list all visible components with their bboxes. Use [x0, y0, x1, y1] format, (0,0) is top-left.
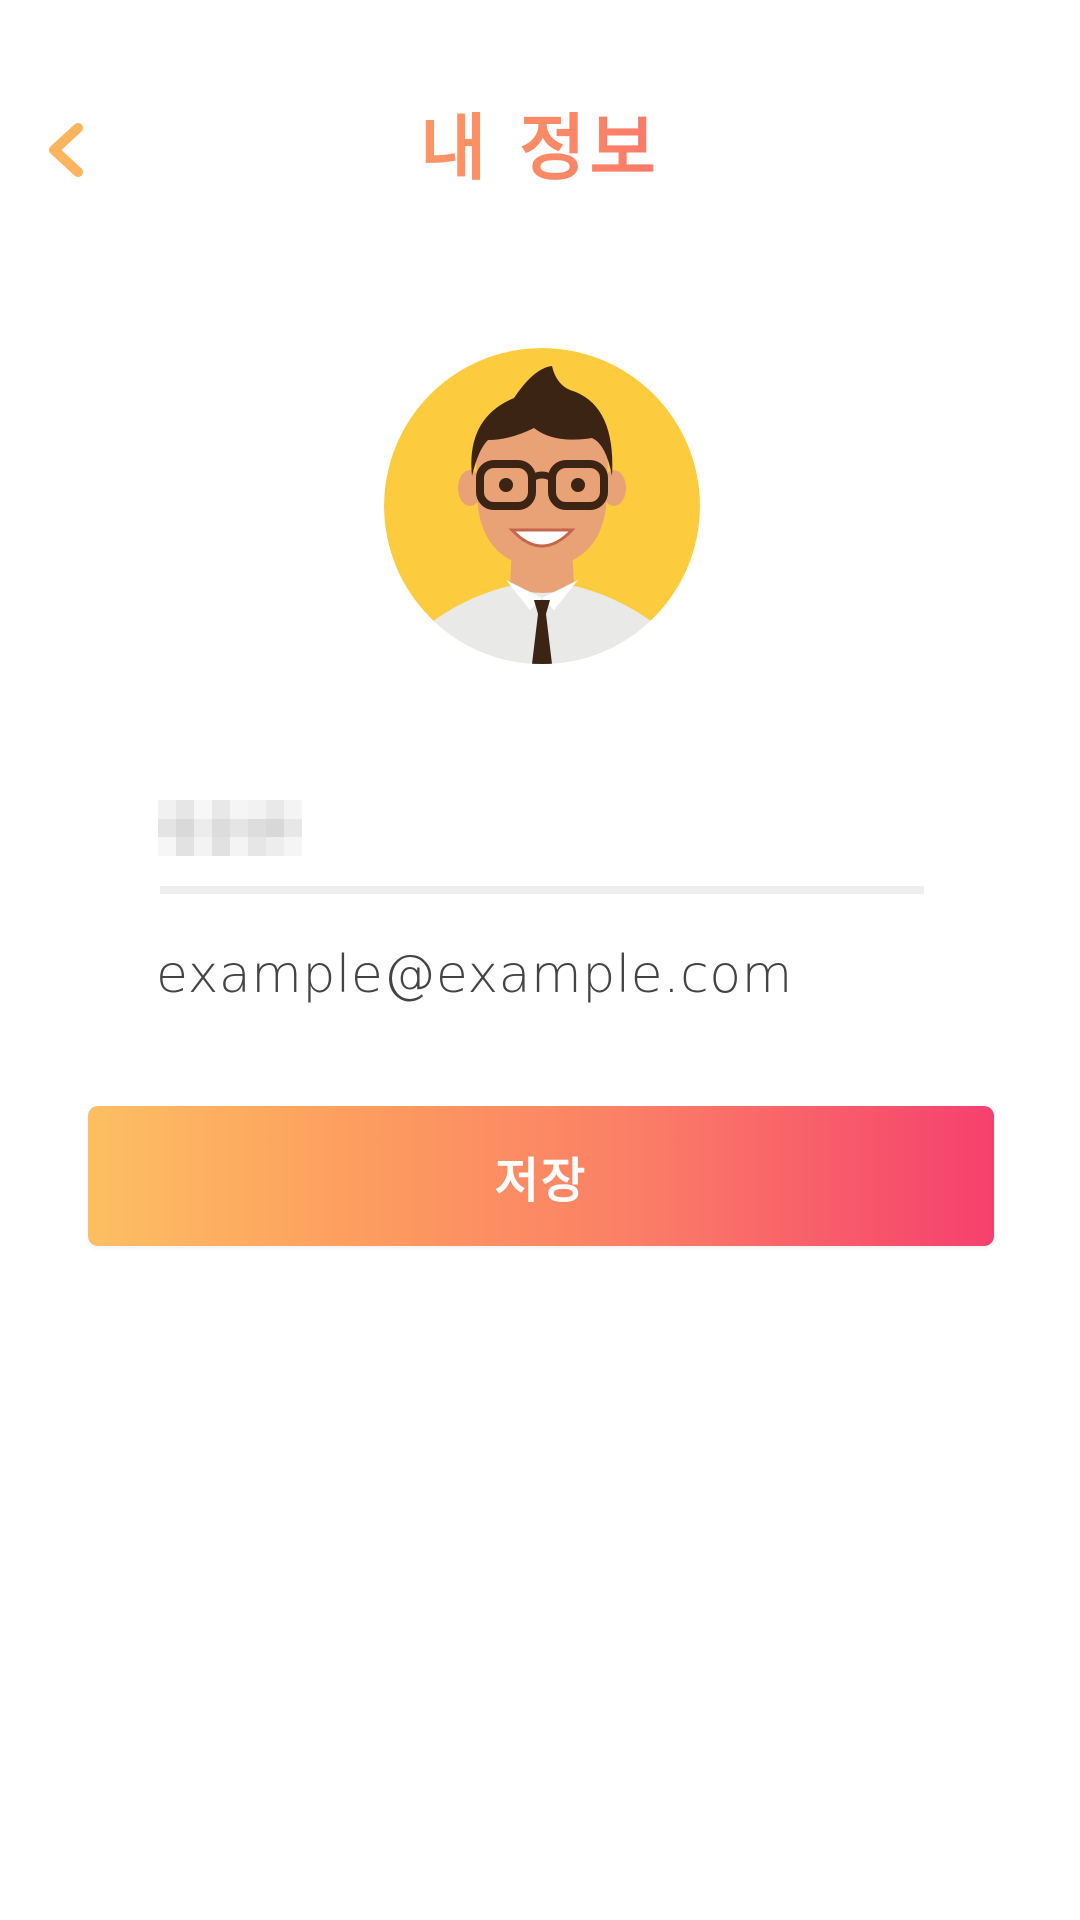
name-field[interactable] [158, 790, 924, 894]
email-field: example@example.com [156, 945, 793, 1005]
name-field-underline [160, 886, 924, 894]
avatar-man-glasses-icon [384, 348, 700, 664]
page-title: 내 정보 [0, 100, 1080, 196]
app-header: 내 정보 [0, 0, 1080, 300]
avatar[interactable] [384, 348, 700, 664]
name-value-redacted [158, 800, 302, 856]
save-button[interactable]: 저장 [88, 1106, 994, 1246]
